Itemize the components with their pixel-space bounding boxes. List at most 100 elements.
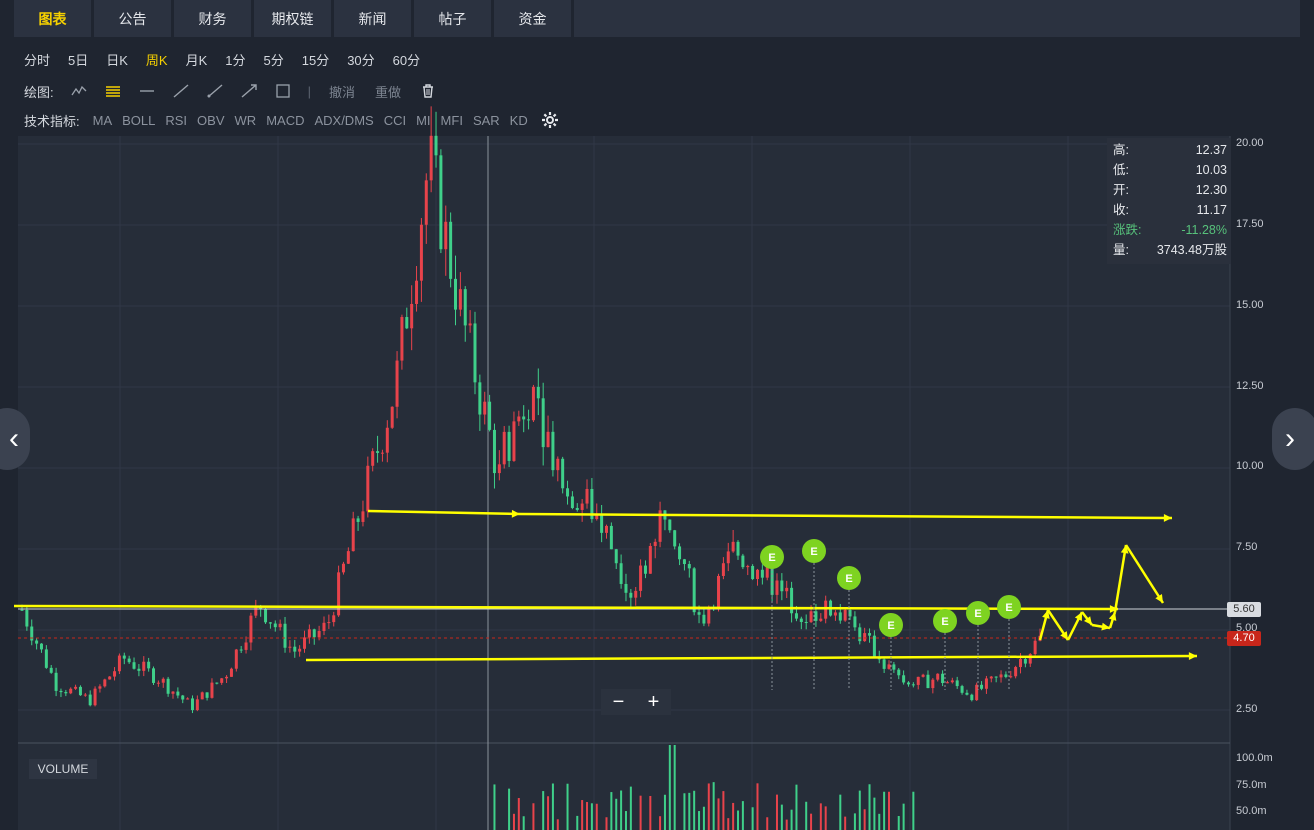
candle-body xyxy=(1004,674,1008,677)
volume-bar xyxy=(790,809,793,830)
candle-body xyxy=(556,458,560,471)
volume-bar xyxy=(883,791,886,830)
candle-body xyxy=(809,611,813,623)
candle-body xyxy=(595,515,599,520)
candle-body xyxy=(814,611,818,621)
zoom-in-button[interactable]: + xyxy=(648,691,660,714)
candle-body xyxy=(283,623,287,648)
candle-body xyxy=(20,609,24,611)
candle-body xyxy=(960,686,964,693)
candle-body xyxy=(970,694,974,701)
candle-body xyxy=(1028,654,1032,664)
next-arrow-icon[interactable]: › xyxy=(1272,408,1314,470)
volume-bar xyxy=(775,794,778,830)
open-label: 开: xyxy=(1113,183,1129,197)
candle-body xyxy=(415,280,419,304)
candle-body xyxy=(692,568,696,613)
candle-body xyxy=(546,431,550,448)
volume-bar xyxy=(727,818,730,830)
volume-bar xyxy=(902,803,905,830)
candle-body xyxy=(449,221,453,279)
candle-body xyxy=(473,323,477,383)
candle-body xyxy=(643,565,647,574)
candle-body xyxy=(303,637,307,649)
candle-body xyxy=(288,646,292,648)
candle-body xyxy=(35,640,39,644)
volume-bar xyxy=(805,801,808,830)
volume-bar xyxy=(517,798,520,830)
candle-body xyxy=(132,662,136,669)
volume-bar xyxy=(888,791,891,830)
event-marker-label: E xyxy=(1005,602,1012,614)
candle-body xyxy=(634,590,638,598)
candle-body xyxy=(570,496,574,508)
candle-body xyxy=(527,419,531,421)
candle-body xyxy=(98,686,102,689)
candle-body xyxy=(424,180,428,225)
candle-body xyxy=(113,671,117,677)
close-label: 收: xyxy=(1113,203,1129,217)
change-value: -11.28% xyxy=(1181,223,1227,237)
zoom-controls: − + xyxy=(601,689,671,715)
candle-body xyxy=(872,635,876,657)
candle-body xyxy=(176,691,180,696)
candle-body xyxy=(161,678,165,683)
volume-bar xyxy=(688,792,691,830)
volume-bar xyxy=(547,796,550,830)
candle-body xyxy=(210,682,214,698)
volume-bar xyxy=(897,816,900,830)
resistance-price-tag: 5.60 xyxy=(1227,602,1261,617)
candle-body xyxy=(434,135,438,156)
candle-body xyxy=(385,427,389,453)
volume-bar xyxy=(693,790,696,830)
candle-body xyxy=(868,633,872,636)
candle-body xyxy=(39,643,43,650)
volume-bar xyxy=(853,813,856,830)
candle-body xyxy=(181,695,185,700)
volume-bar xyxy=(673,745,676,830)
candle-body xyxy=(882,659,886,669)
candle-body xyxy=(351,518,355,552)
candle-body xyxy=(371,451,375,466)
candle-body xyxy=(103,679,107,687)
candle-body xyxy=(273,623,277,628)
candle-body xyxy=(629,592,633,598)
candle-body xyxy=(863,633,867,642)
candle-body xyxy=(1009,676,1013,678)
candle-body xyxy=(395,360,399,407)
volume-bar xyxy=(668,745,671,830)
price-tick-label: 2.50 xyxy=(1236,703,1258,715)
volume-bar xyxy=(586,802,589,830)
candle-body xyxy=(989,676,993,679)
candle-body xyxy=(994,676,998,678)
volume-bar xyxy=(551,783,554,830)
close-value: 11.17 xyxy=(1196,203,1227,217)
event-marker-label: E xyxy=(810,546,817,558)
volume-bar xyxy=(629,786,632,830)
candle-body xyxy=(717,575,721,608)
candle-body xyxy=(551,431,555,471)
candle-body xyxy=(439,155,443,250)
candle-body xyxy=(566,488,570,497)
candle-body xyxy=(312,629,316,638)
volume-bar xyxy=(819,803,822,830)
candle-body xyxy=(478,382,482,415)
candle-body xyxy=(760,569,764,578)
volume-bar xyxy=(912,791,915,830)
candle-body xyxy=(950,680,954,683)
candle-body xyxy=(419,224,423,281)
candle-body xyxy=(341,563,345,573)
zoom-out-button[interactable]: − xyxy=(613,691,625,714)
volume-panel-label: VOLUME xyxy=(29,759,97,779)
candle-body xyxy=(726,551,730,564)
volume-bar xyxy=(493,784,496,830)
candle-body xyxy=(249,615,253,643)
volume-bar xyxy=(873,797,876,830)
candle-body xyxy=(775,580,779,595)
event-marker-label: E xyxy=(974,608,981,620)
candle-body xyxy=(361,511,365,522)
candle-body xyxy=(492,429,496,474)
candle-body xyxy=(911,684,915,686)
volume-bar xyxy=(824,806,827,830)
volume-bar xyxy=(741,801,744,830)
